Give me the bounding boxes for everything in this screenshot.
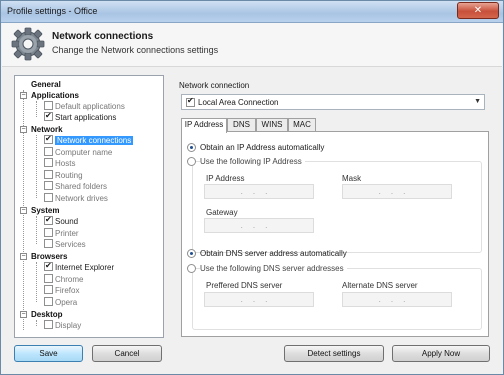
title-bar[interactable]: Profile settings - Office ✕ (1, 1, 503, 23)
checkbox-computer-name[interactable] (44, 147, 53, 156)
tree-item-shared-folders[interactable]: Shared folders (44, 181, 107, 192)
ip-address-input[interactable]: ... (204, 184, 314, 199)
checkbox-printer[interactable] (44, 228, 53, 237)
tree-category-general[interactable]: General (31, 79, 61, 90)
tree-item-label: Hosts (55, 159, 76, 168)
tree-item-chrome[interactable]: Chrome (44, 274, 83, 285)
page-header: Network connections Change the Network c… (2, 23, 502, 67)
network-connection-label: Network connection (179, 81, 250, 90)
apply-now-button[interactable]: Apply Now (392, 345, 490, 362)
ip-address-panel: Obtain an IP Address automatically Use t… (181, 131, 489, 337)
gear-icon (11, 27, 45, 61)
save-button[interactable]: Save (14, 345, 83, 362)
tree-item-label: Computer name (55, 148, 113, 157)
gateway-label: Gateway (206, 208, 238, 217)
tree-item-sound[interactable]: Sound (44, 214, 79, 227)
tree-item-printer[interactable]: Printer (44, 228, 79, 239)
tree-item-label: Services (55, 240, 86, 249)
tree-item-default-applications[interactable]: Default applications (44, 101, 125, 112)
expander-browsers[interactable]: − (20, 253, 27, 260)
manual-ip-label: Use the following IP Address (200, 157, 305, 166)
tree-item-label: Network connections (55, 136, 134, 145)
checkbox-network-drives[interactable] (44, 193, 53, 202)
alternate-dns-label: Alternate DNS server (342, 281, 418, 290)
chevron-down-icon[interactable]: ▼ (474, 98, 481, 105)
expander-applications[interactable]: − (20, 92, 27, 99)
tree-item-network-drives[interactable]: Network drives (44, 193, 108, 204)
tree-item-label: Default applications (55, 102, 125, 111)
tree-item-label: Opera (55, 298, 78, 307)
tree-item-network-connections[interactable]: Network connections (44, 133, 134, 146)
ip-address-label: IP Address (206, 174, 245, 183)
checkbox-hosts[interactable] (44, 158, 53, 167)
tree-item-display[interactable]: Display (44, 320, 81, 331)
tree-item-services[interactable]: Services (44, 239, 86, 250)
alternate-dns-input[interactable]: ... (342, 292, 452, 307)
checkbox-chrome[interactable] (44, 274, 53, 283)
tree-item-label: Firefox (55, 286, 80, 295)
mask-label: Mask (342, 174, 362, 183)
cancel-button[interactable]: Cancel (92, 345, 162, 362)
window-title: Profile settings - Office (7, 6, 98, 16)
tree-item-label: Printer (55, 229, 79, 238)
expander-network[interactable]: − (20, 126, 27, 133)
manual-dns-radio[interactable] (187, 264, 196, 273)
checkbox-opera[interactable] (44, 297, 53, 306)
tree-item-internet-explorer[interactable]: Internet Explorer (44, 260, 115, 273)
tree-item-label: Sound (55, 217, 79, 226)
tree-item-label: Start applications (55, 113, 117, 122)
expander-system[interactable]: − (20, 207, 27, 214)
network-connection-value: Local Area Connection (198, 98, 279, 107)
page-subtitle: Change the Network connections settings (52, 45, 219, 55)
tree-category-desktop[interactable]: Desktop (31, 309, 63, 320)
tree-item-label: Shared folders (55, 182, 108, 191)
checkbox-internet-explorer[interactable] (44, 260, 53, 271)
checkbox-shared-folders[interactable] (44, 181, 53, 190)
settings-tree[interactable]: General − Applications Default applicati… (14, 75, 164, 338)
preferred-dns-input[interactable]: ... (204, 292, 314, 307)
profile-settings-window: Profile settings - Office ✕ Network conn… (0, 0, 504, 375)
tree-item-routing[interactable]: Routing (44, 170, 83, 181)
page-title: Network connections (52, 31, 154, 42)
auto-dns-radio[interactable] (187, 249, 196, 258)
connection-checkbox[interactable] (186, 96, 195, 107)
network-connection-select[interactable]: Local Area Connection ▼ (181, 94, 485, 110)
tab-ip-address[interactable]: IP Address (181, 118, 227, 133)
checkbox-display[interactable] (44, 320, 53, 329)
preferred-dns-label: Preffered DNS server (206, 281, 283, 290)
checkbox-default-applications[interactable] (44, 101, 53, 110)
auto-ip-label: Obtain an IP Address automatically (200, 143, 325, 152)
manual-ip-radio[interactable] (187, 157, 196, 166)
checkbox-start-applications[interactable] (44, 110, 53, 121)
checkbox-network-connections[interactable] (44, 133, 53, 144)
checkbox-sound[interactable] (44, 214, 53, 225)
tree-item-label: Display (55, 321, 82, 330)
tree-item-hosts[interactable]: Hosts (44, 158, 75, 169)
tab-wins[interactable]: WINS (256, 118, 288, 132)
auto-dns-label: Obtain DNS server address automatically (200, 249, 347, 258)
tree-item-label: Internet Explorer (55, 263, 115, 272)
close-icon: ✕ (473, 5, 483, 16)
tree-category-applications[interactable]: Applications (31, 90, 79, 101)
auto-ip-radio[interactable] (187, 143, 196, 152)
gateway-input[interactable]: ... (204, 218, 314, 233)
tree-item-label: Network drives (55, 194, 108, 203)
tree-item-start-applications[interactable]: Start applications (44, 110, 117, 123)
tree-item-opera[interactable]: Opera (44, 297, 77, 308)
expander-desktop[interactable]: − (20, 311, 27, 318)
tree-item-firefox[interactable]: Firefox (44, 285, 79, 296)
tree-item-label: Routing (55, 171, 83, 180)
manual-dns-label: Use the following DNS server addresses (200, 264, 347, 273)
tab-mac[interactable]: MAC (288, 118, 316, 132)
checkbox-routing[interactable] (44, 170, 53, 179)
close-button[interactable]: ✕ (457, 2, 499, 19)
tab-dns[interactable]: DNS (227, 118, 256, 132)
detect-settings-button[interactable]: Detect settings (284, 345, 384, 362)
tree-item-computer-name[interactable]: Computer name (44, 147, 112, 158)
mask-input[interactable]: ... (342, 184, 452, 199)
checkbox-firefox[interactable] (44, 285, 53, 294)
checkbox-services[interactable] (44, 239, 53, 248)
tree-item-label: Chrome (55, 275, 84, 284)
